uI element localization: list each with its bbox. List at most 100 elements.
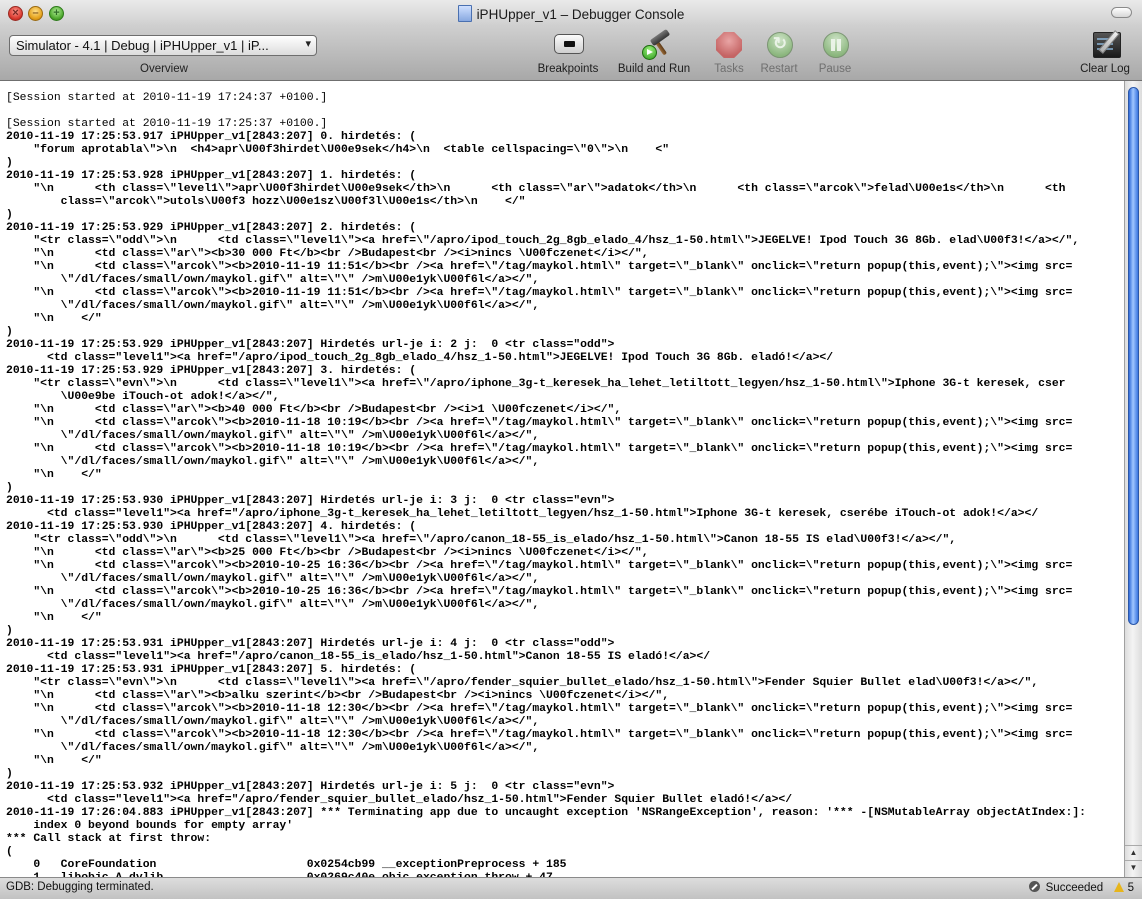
console-line: \"/dl/faces/small/own/maykol.gif\" alt=\… [6,300,540,312]
breakpoints-icon [554,34,584,54]
console-line: class=\"arcok\">utols\U00f3 hozz\U00e1sz… [6,196,526,208]
console-line: "\n <td class=\"arcok\"><b>2010-11-19 11… [6,261,1073,273]
console-line: \"/dl/faces/small/own/maykol.gif\" alt=\… [6,274,540,286]
console-line: "\n <td class=\"arcok\"><b>2010-11-18 10… [6,443,1073,455]
restart-icon [767,32,793,58]
pause-label: Pause [818,63,852,75]
toolbar-toggle-button[interactable] [1111,7,1132,18]
console-line: "\n <td class=\"ar\"><b>alku szerint</b>… [6,690,670,702]
console-line: 0 CoreFoundation 0x0254cb99 __exceptionP… [6,859,567,871]
console-line: ) [6,625,13,637]
console-log: [Session started at 2010-11-19 17:24:37 … [6,92,1086,877]
console-line: "\n </" [6,313,102,325]
console-line: \"/dl/faces/small/own/maykol.gif\" alt=\… [6,430,540,442]
console-line: *** Call stack at first throw: [6,833,212,845]
title-bar: × – + iPHUpper_v1 – Debugger Console [0,0,1142,26]
build-status[interactable]: Succeeded 5 [1029,881,1134,894]
overview-popup-label: Simulator - 4.1 | Debug | iPHUpper_v1 | … [16,38,269,53]
console-line: 2010-11-19 17:25:53.932 iPHUpper_v1[2843… [6,781,615,793]
console-line: "\n <th class=\"level1\">apr\U00f3hirdet… [6,183,1066,195]
console-line: "forum aprotabla\">\n <h4>apr\U00f3hirde… [6,144,670,156]
console-line: ) [6,209,13,221]
console-line: \"/dl/faces/small/own/maykol.gif\" alt=\… [6,742,540,754]
overview-popup[interactable]: Simulator - 4.1 | Debug | iPHUpper_v1 | … [9,35,317,56]
console-output[interactable]: [Session started at 2010-11-19 17:24:37 … [0,81,1124,877]
console-line: "\n <td class=\"ar\"><b>40 000 Ft</b><br… [6,404,622,416]
breakpoints-button[interactable]: Breakpoints [536,30,600,75]
scroll-down-arrow-icon[interactable]: ▼ [1125,860,1142,875]
build-and-run-button[interactable]: Build and Run [615,28,693,75]
console-line: index 0 beyond bounds for empty array' [6,820,294,832]
console-line: \"/dl/faces/small/own/maykol.gif\" alt=\… [6,456,540,468]
console-line: 2010-11-19 17:25:53.917 iPHUpper_v1[2843… [6,131,417,143]
toolbar: Simulator - 4.1 | Debug | iPHUpper_v1 | … [0,26,1142,81]
console-line: "\n <td class=\"ar\"><b>30 000 Ft</b><br… [6,248,649,260]
console-line: "<tr class=\"odd\">\n <td class=\"level1… [6,235,1080,247]
console-line: "<tr class=\"odd\">\n <td class=\"level1… [6,534,957,546]
window-title: iPHUpper_v1 – Debugger Console [0,5,1142,22]
console-line: 2010-11-19 17:25:53.929 iPHUpper_v1[2843… [6,339,615,351]
console-line: "\n </" [6,612,102,624]
status-bar: GDB: Debugging terminated. Succeeded 5 [0,877,1142,899]
restart-label: Restart [760,63,798,75]
console-line: ) [6,482,13,494]
console-line: "<tr class=\"evn\">\n <td class=\"level1… [6,378,1066,390]
hammer-play-icon [642,28,671,60]
console-line: [Session started at 2010-11-19 17:25:37 … [6,118,328,130]
console-line: 2010-11-19 17:25:53.931 iPHUpper_v1[2843… [6,664,417,676]
scroll-up-arrow-icon[interactable]: ▲ [1125,845,1142,860]
console-line: 2010-11-19 17:25:53.931 iPHUpper_v1[2843… [6,638,615,650]
breakpoints-label: Breakpoints [537,63,599,75]
console-line: "\n <td class=\"arcok\"><b>2010-10-25 16… [6,586,1073,598]
console-line: "<tr class=\"evn\">\n <td class=\"level1… [6,677,1039,689]
console-line: ) [6,157,13,169]
stop-icon [716,32,742,58]
console-line: 2010-11-19 17:25:53.930 iPHUpper_v1[2843… [6,521,417,533]
vertical-scrollbar[interactable]: ▲ ▼ [1124,81,1142,877]
console-line: <td class="level1"><a href="/apro/iphone… [6,508,1039,520]
overview-label: Overview [140,63,188,75]
clear-log-label: Clear Log [1080,63,1130,75]
console-line: [Session started at 2010-11-19 17:24:37 … [6,92,328,104]
warning-icon [1114,882,1125,892]
console-line: 2010-11-19 17:25:53.928 iPHUpper_v1[2843… [6,170,417,182]
console-line: "\n </" [6,469,102,481]
window-title-text: iPHUpper_v1 – Debugger Console [476,7,685,22]
clear-log-icon [1093,32,1121,58]
console-line: "\n <td class=\"arcok\"><b>2010-10-25 16… [6,560,1073,572]
pause-icon [823,32,849,58]
console-line: "\n <td class=\"arcok\"><b>2010-11-18 12… [6,703,1073,715]
succeeded-icon [1029,881,1041,892]
console-line: 2010-11-19 17:26:04.883 iPHUpper_v1[2843… [6,807,1087,819]
pause-button[interactable]: Pause [817,30,853,75]
console-line: \U00e9be iTouch-ot adok!</a></", [6,391,280,403]
console-line: "\n <td class=\"arcok\"><b>2010-11-18 10… [6,417,1073,429]
warning-count: 5 [1127,882,1134,894]
tasks-button[interactable]: Tasks [710,30,748,75]
console-line: <td class="level1"><a href="/apro/canon_… [6,651,711,663]
console-line: "\n <td class=\"arcok\"><b>2010-11-18 12… [6,729,1073,741]
console-line: ) [6,326,13,338]
restart-button[interactable]: Restart [758,30,800,75]
tasks-label: Tasks [714,63,744,75]
console-line: 2010-11-19 17:25:53.929 iPHUpper_v1[2843… [6,365,417,377]
console-line: \"/dl/faces/small/own/maykol.gif\" alt=\… [6,573,540,585]
console-line: 2010-11-19 17:25:53.929 iPHUpper_v1[2843… [6,222,417,234]
console-line: "\n <td class=\"arcok\"><b>2010-11-19 11… [6,287,1073,299]
scroll-thumb[interactable] [1128,87,1139,625]
console-line: ( [6,846,13,858]
build-result: Succeeded [1045,882,1104,894]
console-line: \"/dl/faces/small/own/maykol.gif\" alt=\… [6,716,540,728]
console-line: "\n <td class=\"ar\"><b>25 000 Ft</b><br… [6,547,649,559]
status-message: GDB: Debugging terminated. [6,881,154,893]
clear-log-button[interactable]: Clear Log [1077,30,1133,75]
console-line: \"/dl/faces/small/own/maykol.gif\" alt=\… [6,599,540,611]
project-document-icon [457,5,472,22]
console-line: ) [6,768,13,780]
console-line: <td class="level1"><a href="/apro/fender… [6,794,793,806]
console-line: "\n </" [6,755,102,767]
chevron-down-icon: ▾ [305,38,311,50]
console-line: 2010-11-19 17:25:53.930 iPHUpper_v1[2843… [6,495,615,507]
build-and-run-label: Build and Run [617,63,691,75]
console-line: <td class="level1"><a href="/apro/ipod_t… [6,352,834,364]
